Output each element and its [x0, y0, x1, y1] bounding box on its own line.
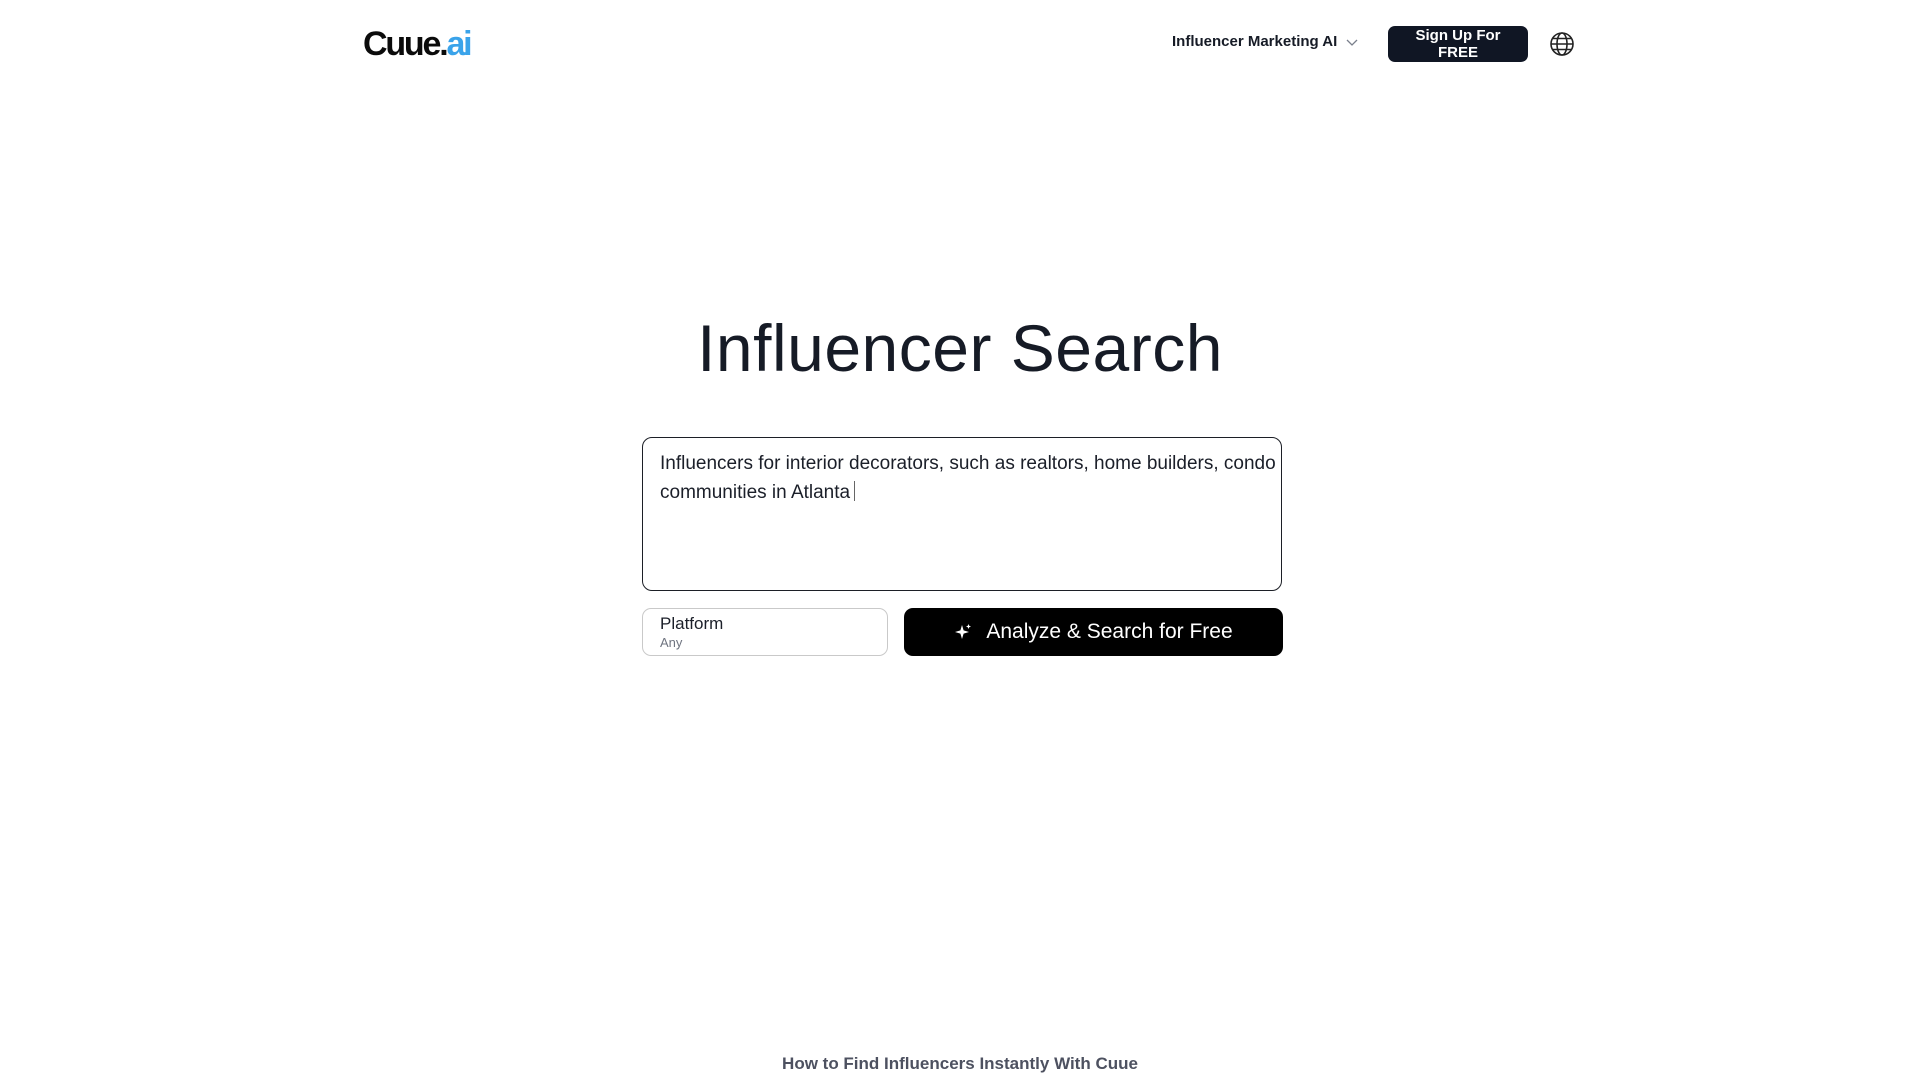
- logo-ai-text: ai: [446, 25, 472, 63]
- search-query-input[interactable]: Influencers for interior decorators, suc…: [642, 437, 1282, 591]
- logo-text: Cuue: [363, 25, 441, 63]
- platform-value: Any: [660, 635, 683, 650]
- analyze-search-button[interactable]: Analyze & Search for Free: [904, 608, 1283, 656]
- chevron-down-icon: [1346, 39, 1358, 46]
- how-to-heading: How to Find Influencers Instantly With C…: [782, 1054, 1138, 1073]
- cuue-logo[interactable]: Cuue.ai: [363, 22, 473, 66]
- nav-menu-label: Influencer Marketing AI: [1172, 33, 1338, 50]
- page: Cuue.ai Influencer Marketing AI Sign Up …: [0, 0, 1920, 1080]
- sparkle-icon: [955, 624, 972, 639]
- platform-label: Platform: [660, 614, 724, 633]
- platform-select[interactable]: Platform Any: [642, 608, 888, 656]
- globe-icon[interactable]: [1548, 30, 1576, 58]
- analyze-button-label: Analyze & Search for Free: [986, 620, 1233, 643]
- text-caret: [854, 480, 856, 501]
- influencer-marketing-ai-menu[interactable]: Influencer Marketing AI: [1172, 33, 1359, 50]
- sign-up-button[interactable]: Sign Up For FREE: [1388, 26, 1528, 62]
- page-title: Influencer Search: [697, 311, 1223, 385]
- search-query-text: Influencers for interior decorators, suc…: [660, 453, 1281, 503]
